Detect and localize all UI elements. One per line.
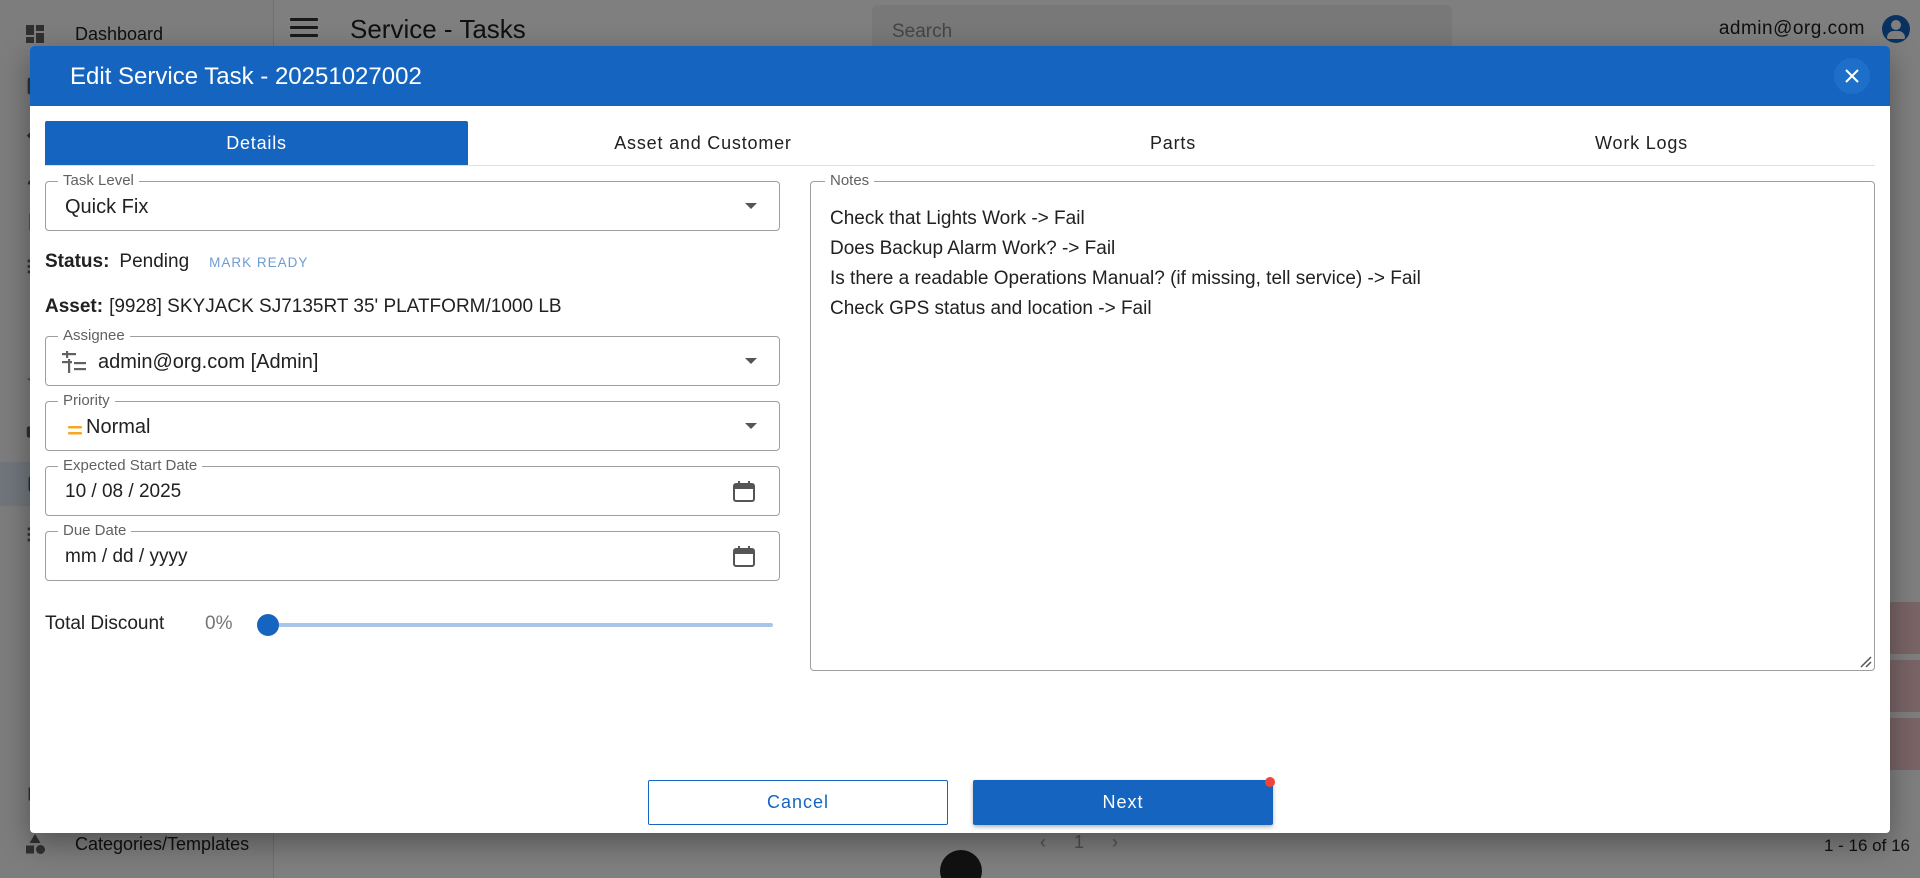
notification-dot (1265, 777, 1275, 787)
next-button[interactable]: Next (973, 777, 1275, 825)
task-level-value: Quick Fix (65, 196, 149, 218)
dialog-title: Edit Service Task - 20251027002 (70, 63, 422, 90)
asset-value: [9928] SKYJACK SJ7135RT 35' PLATFORM/100… (109, 296, 562, 317)
next-button-label: Next (1102, 792, 1144, 812)
tab-bar: Details Asset and Customer Parts Work Lo… (45, 121, 1875, 166)
field-label: Notes (825, 172, 875, 190)
close-icon (1845, 69, 1859, 83)
total-discount-label: Total Discount (45, 613, 165, 634)
discount-slider-track[interactable] (268, 623, 773, 627)
asset-row: Asset: [9928] SKYJACK SJ7135RT 35' PLATFO… (45, 296, 562, 318)
priority-value: Normal (86, 416, 151, 438)
due-date-value: mm / dd / yyyy (65, 546, 188, 567)
field-label: Assignee (58, 327, 130, 345)
calendar-icon[interactable] (733, 481, 755, 502)
mark-ready-button[interactable]: MARK READY (209, 255, 308, 270)
tab-asset-and-customer[interactable]: Asset and Customer (468, 121, 938, 165)
tab-parts[interactable]: Parts (938, 121, 1408, 165)
asset-label: Asset: (45, 296, 104, 317)
tab-work-logs[interactable]: Work Logs (1408, 121, 1875, 165)
discount-slider-thumb[interactable] (257, 614, 279, 636)
close-button[interactable] (1834, 58, 1870, 94)
dropdown-arrow-icon (745, 358, 757, 364)
notes-line: Is there a readable Operations Manual? (… (830, 268, 1421, 289)
field-label: Due Date (58, 522, 132, 540)
dropdown-arrow-icon (745, 423, 757, 429)
priority-select[interactable]: Priority Normal (45, 392, 780, 451)
calendar-icon[interactable] (733, 546, 755, 567)
notes-textarea[interactable]: Notes Check that Lights Work -> Fail Doe… (810, 172, 1875, 671)
cancel-button[interactable]: Cancel (648, 780, 948, 825)
notes-content: Check that Lights Work -> Fail Does Back… (830, 204, 1421, 324)
field-label: Expected Start Date (58, 457, 203, 475)
field-label: Task Level (58, 172, 139, 190)
tab-details[interactable]: Details (45, 121, 468, 165)
due-date-input[interactable]: Due Date mm / dd / yyyy (45, 522, 780, 581)
field-label: Priority (58, 392, 115, 410)
notes-line: Check GPS status and location -> Fail (830, 298, 1152, 319)
task-level-select[interactable]: Task Level Quick Fix (45, 172, 780, 231)
resize-handle-icon[interactable] (1858, 654, 1872, 668)
dialog-header: Edit Service Task - 20251027002 (30, 46, 1890, 106)
expected-start-date-value: 10 / 08 / 2025 (65, 481, 182, 502)
notes-line: Does Backup Alarm Work? -> Fail (830, 238, 1116, 259)
dropdown-arrow-icon (745, 203, 757, 209)
notes-line: Check that Lights Work -> Fail (830, 208, 1085, 229)
assignee-value: admin@org.com [Admin] (98, 351, 319, 373)
status-value: Pending (119, 251, 190, 272)
expected-start-date-input[interactable]: Expected Start Date 10 / 08 / 2025 (45, 457, 780, 516)
priority-normal-icon (68, 423, 82, 441)
total-discount-value: 0% (205, 613, 233, 634)
total-discount-row: Total Discount 0% (45, 604, 780, 644)
edit-service-task-dialog: Edit Service Task - 20251027002 Details … (30, 46, 1890, 833)
status-label: Status: (45, 251, 110, 272)
status-row: Status: Pending MARK READY (45, 251, 308, 273)
assignee-select[interactable]: Assignee admin@org.com [Admin] (45, 327, 780, 386)
assignee-icon (62, 351, 86, 378)
